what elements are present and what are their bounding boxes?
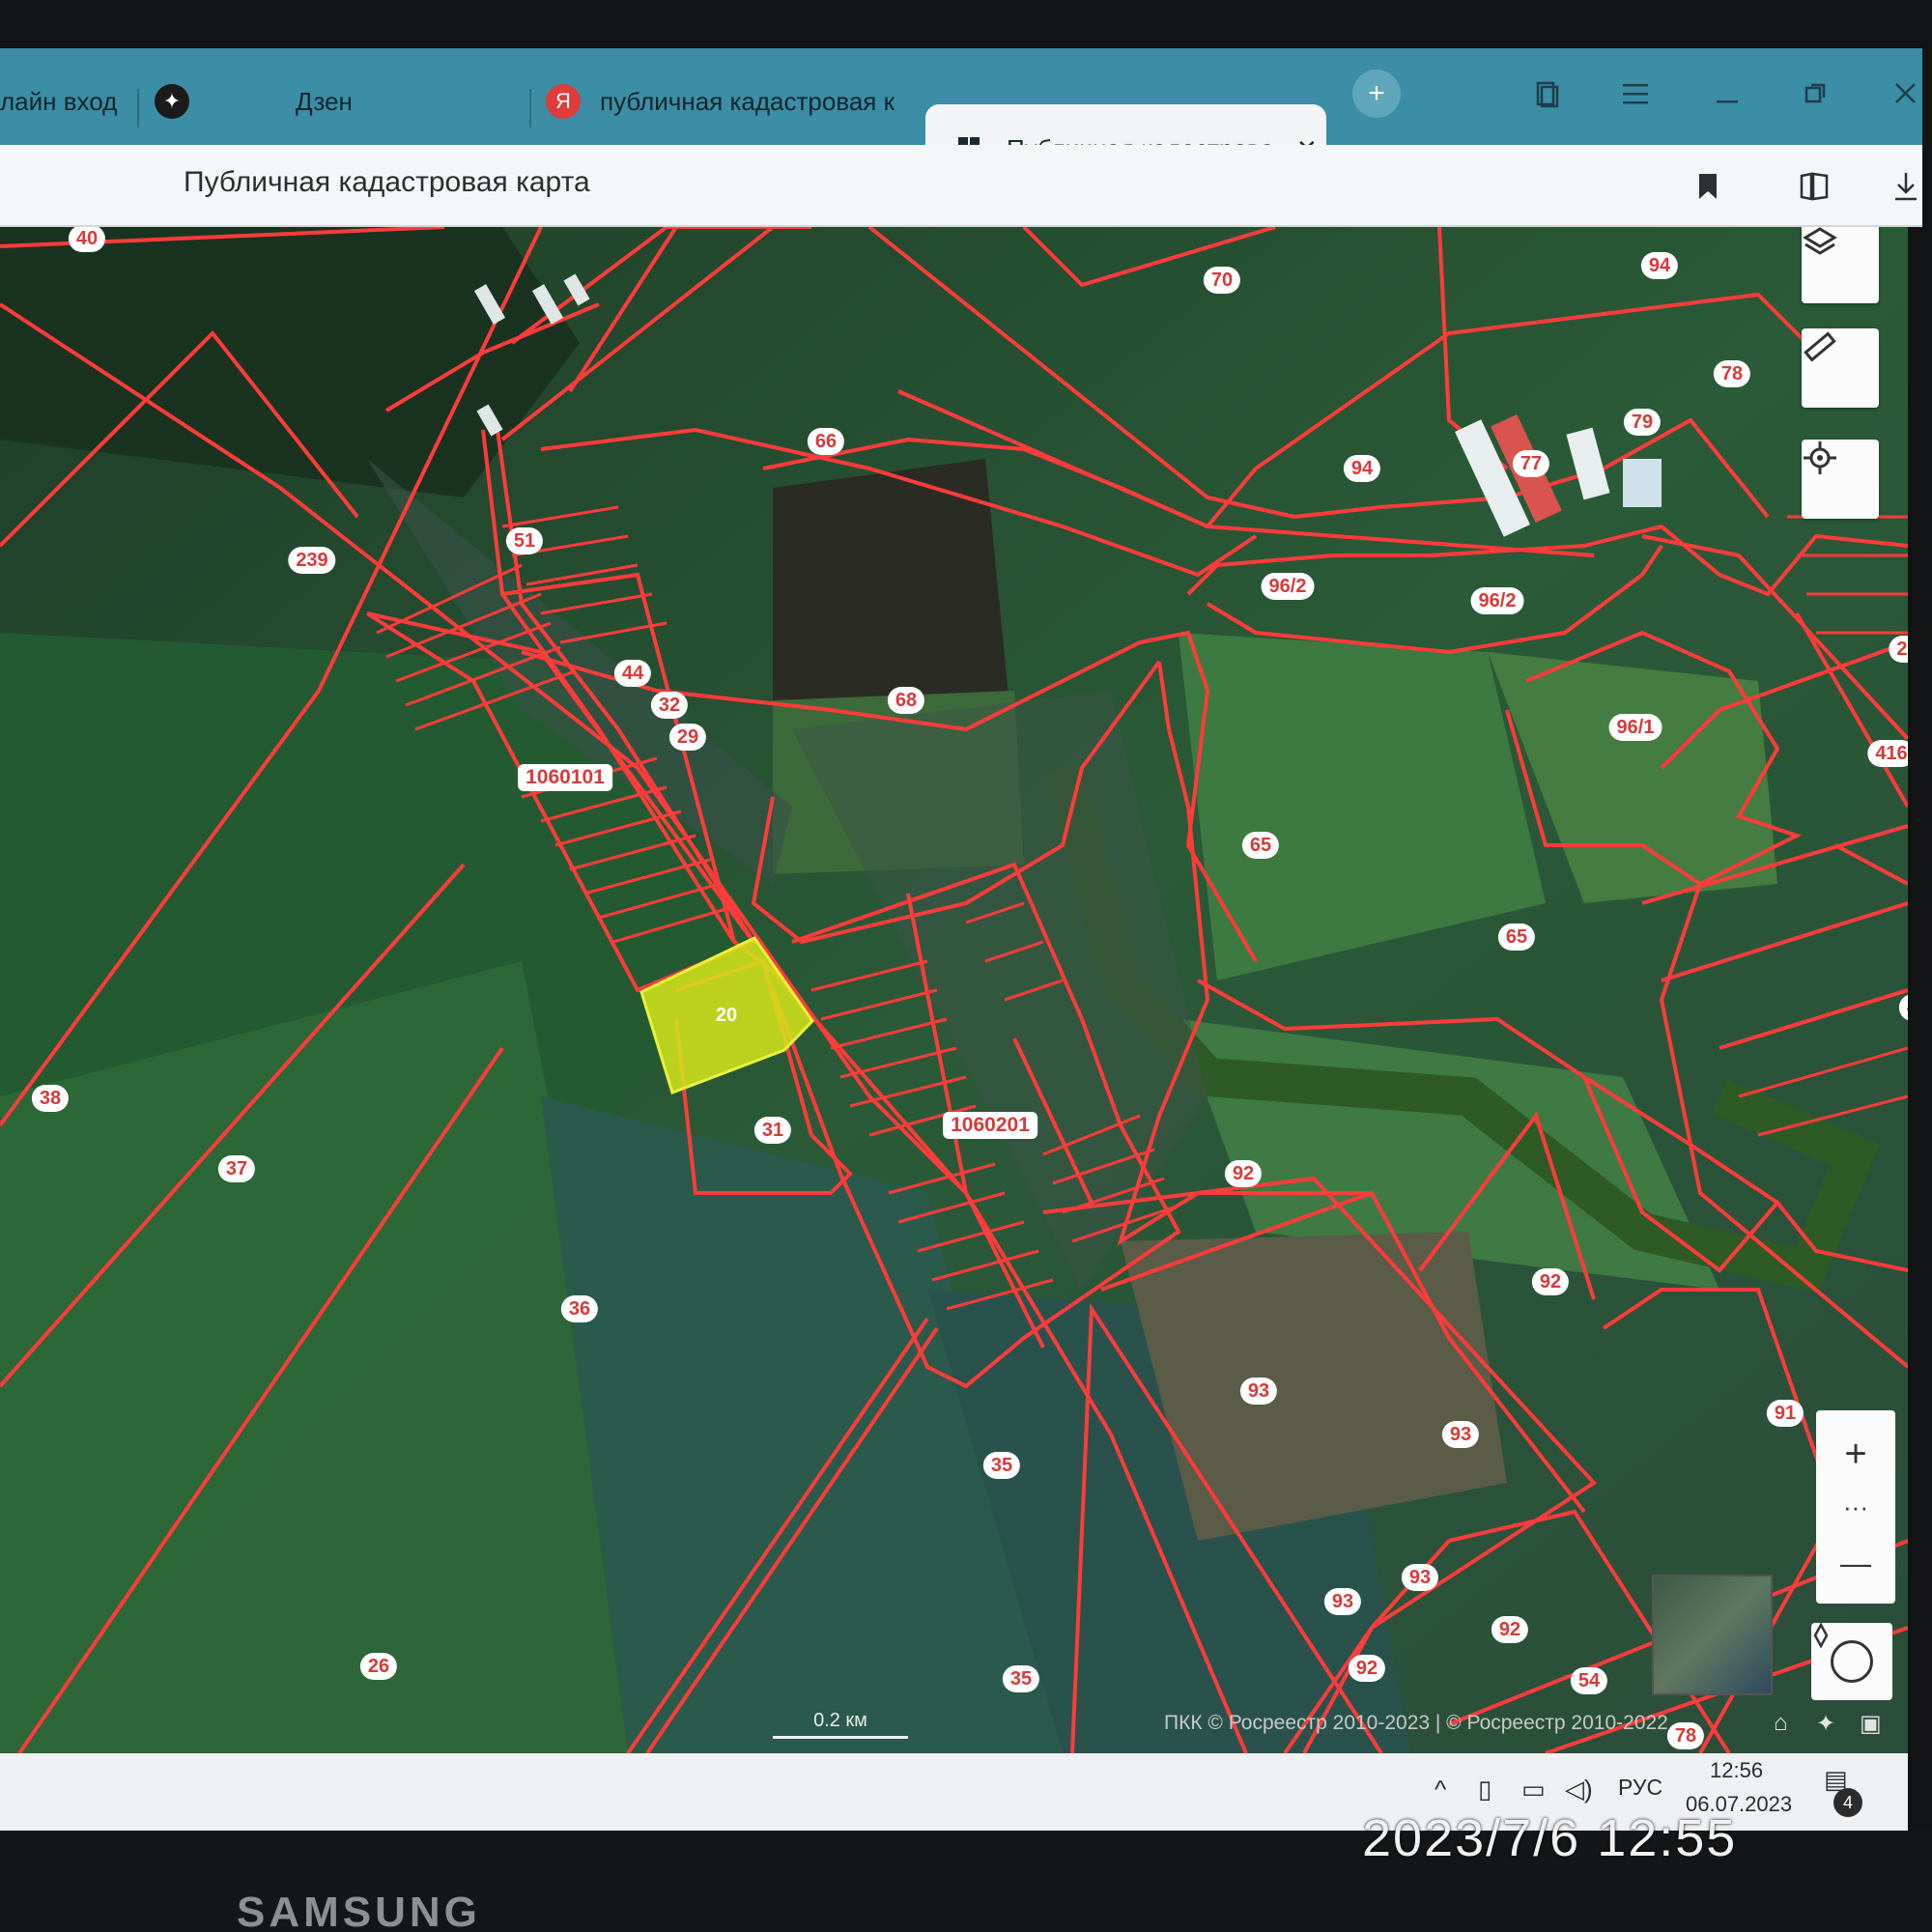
parcel-number-label[interactable]: 92 [1348, 1655, 1386, 1682]
new-tab-button[interactable]: + [1352, 70, 1401, 118]
tab-label: лайн вход [0, 86, 118, 116]
parcel-number-label[interactable]: 54 [1570, 1667, 1608, 1694]
monitor-brand: SAMSUNG [237, 1889, 481, 1932]
browser-tab-bar: лайн вход ✦ Дзен Я публичная кадастровая… [0, 48, 1922, 193]
parcel-number-label[interactable]: 94 [1343, 455, 1381, 482]
zoom-control: + ··· — [1816, 1410, 1895, 1604]
bookmark-icon[interactable] [1686, 164, 1730, 209]
sparkle-icon[interactable]: ✦ [1816, 1710, 1835, 1738]
tab-label: Дзен [296, 86, 353, 116]
parcel-number-label[interactable]: 40 [68, 227, 106, 252]
parcel-number-label[interactable]: 78 [1666, 1722, 1705, 1749]
tab-separator [137, 89, 139, 128]
tab-dzen[interactable]: ✦ Дзен [155, 66, 406, 137]
parcel-number-label[interactable]: 416 [1867, 740, 1908, 767]
parcel-number-label[interactable]: 1060101 [518, 764, 612, 791]
minimize-icon[interactable] [1705, 70, 1753, 118]
parcel-number-label[interactable]: 1060201 [943, 1112, 1037, 1139]
parcel-number-label[interactable]: 96/1 [1608, 714, 1662, 741]
parcel-number-label[interactable]: 29 [668, 724, 707, 751]
language-indicator[interactable]: РУС [1618, 1775, 1662, 1801]
parcel-number-label[interactable]: 91 [1766, 1400, 1804, 1427]
network-icon[interactable]: ▭ [1521, 1775, 1546, 1804]
restore-icon[interactable] [1792, 70, 1840, 118]
notification-count: 4 [1833, 1788, 1862, 1817]
layers-button[interactable] [1802, 227, 1879, 303]
parcel-number-label[interactable]: 93 [1401, 1564, 1439, 1591]
scale-label: 0.2 км [813, 1710, 867, 1731]
parcel-number-label[interactable]: 239 [288, 547, 336, 574]
yandex-icon: Я [546, 84, 581, 119]
locate-me-button[interactable] [1802, 440, 1879, 519]
parcel-number-label[interactable]: 68 [887, 687, 925, 714]
tab-separator [529, 89, 531, 128]
reader-mode-icon[interactable] [1792, 164, 1836, 209]
parcel-number-label[interactable]: 96/2 [1261, 573, 1315, 600]
parcel-number-label[interactable]: 70 [1203, 267, 1241, 294]
clock-time[interactable]: 12:56 [1710, 1758, 1763, 1783]
compass-icon [1813, 1623, 1873, 1683]
parcel-number-label[interactable]: 44 [613, 660, 652, 687]
photo-frame: лайн вход ✦ Дзен Я публичная кадастровая… [0, 0, 1932, 1932]
parcel-number-label[interactable]: 36 [560, 1295, 599, 1322]
parcel-number-label[interactable]: 92 [1491, 1616, 1529, 1643]
tab-label: публичная кадастровая к [600, 86, 895, 116]
parcel-number-label[interactable]: 93 [1441, 1421, 1480, 1448]
menu-icon[interactable] [1613, 70, 1662, 118]
tray-chevron-icon[interactable]: ^ [1435, 1775, 1446, 1804]
parcel-number-label[interactable]: 93 [1239, 1378, 1278, 1405]
fullscreen-icon[interactable]: ▣ [1860, 1710, 1882, 1738]
parcel-number-label[interactable]: 96/2 [1470, 587, 1524, 614]
page-title[interactable]: Публичная кадастровая карта [184, 166, 590, 199]
parcel-number-label[interactable]: 20 [708, 1002, 745, 1029]
parcel-number-label[interactable]: 65 [1241, 832, 1280, 859]
parcel-number-label[interactable]: 37 [217, 1155, 256, 1182]
compass-button[interactable] [1811, 1623, 1892, 1700]
tab-yandex-cadastral[interactable]: Я публичная кадастровая к [546, 66, 913, 137]
tab-login[interactable]: лайн вход [0, 66, 121, 137]
parcel-number-label[interactable]: 32 [650, 692, 689, 719]
address-bar: Публичная кадастровая карта [0, 145, 1922, 227]
close-window-icon[interactable] [1882, 70, 1930, 118]
parcel-number-label[interactable]: 65 [1497, 923, 1536, 951]
parcel-number-label[interactable]: 78 [1713, 360, 1751, 387]
zoom-in-button[interactable]: + [1816, 1425, 1895, 1483]
home-icon[interactable]: ⌂ [1774, 1710, 1788, 1737]
parcel-number-label[interactable]: 92 [1531, 1268, 1570, 1295]
bookmarks-panel-icon[interactable] [1522, 70, 1571, 118]
scale-line [773, 1736, 908, 1739]
overview-minimap[interactable] [1652, 1575, 1773, 1695]
map-copyright: ПКК © Росреестр 2010-2023 | © Росреестр … [1164, 1712, 1668, 1734]
parcel-number-label[interactable]: 35 [1002, 1665, 1040, 1692]
parcel-number-label[interactable]: 35 [982, 1452, 1021, 1479]
cadastral-map[interactable]: + ··· — 0.2 км ПКК © Росреестр 2010-2023… [0, 227, 1908, 1753]
parcel-number-label[interactable]: 51 [505, 527, 544, 554]
photo-timestamp: 2023/7/6 12:55 [1362, 1809, 1738, 1867]
more-zoom-icon[interactable]: ··· [1816, 1478, 1895, 1536]
parcel-number-label[interactable]: 79 [1623, 409, 1662, 436]
parcel-number-label[interactable]: 77 [1512, 450, 1550, 477]
usb-icon[interactable]: ▯ [1478, 1775, 1492, 1804]
measure-ruler-button[interactable] [1802, 328, 1879, 408]
parcel-number-label[interactable]: 93 [1323, 1588, 1362, 1615]
parcel-number-label[interactable]: 31 [753, 1117, 792, 1144]
zoom-out-button[interactable]: — [1816, 1534, 1895, 1592]
parcel-number-label[interactable]: 92 [1224, 1160, 1263, 1187]
volume-icon[interactable]: ◁) [1565, 1775, 1593, 1804]
dzen-icon: ✦ [155, 84, 189, 119]
parcel-number-label[interactable]: 94 [1640, 252, 1679, 279]
scale-bar: 0.2 км [773, 1710, 908, 1739]
parcel-number-label[interactable]: 26 [359, 1653, 398, 1680]
parcel-number-label[interactable]: 38 [31, 1085, 70, 1112]
map-canvas [0, 227, 1908, 1753]
parcel-number-label[interactable]: 66 [807, 428, 845, 455]
download-icon[interactable] [1884, 164, 1928, 209]
